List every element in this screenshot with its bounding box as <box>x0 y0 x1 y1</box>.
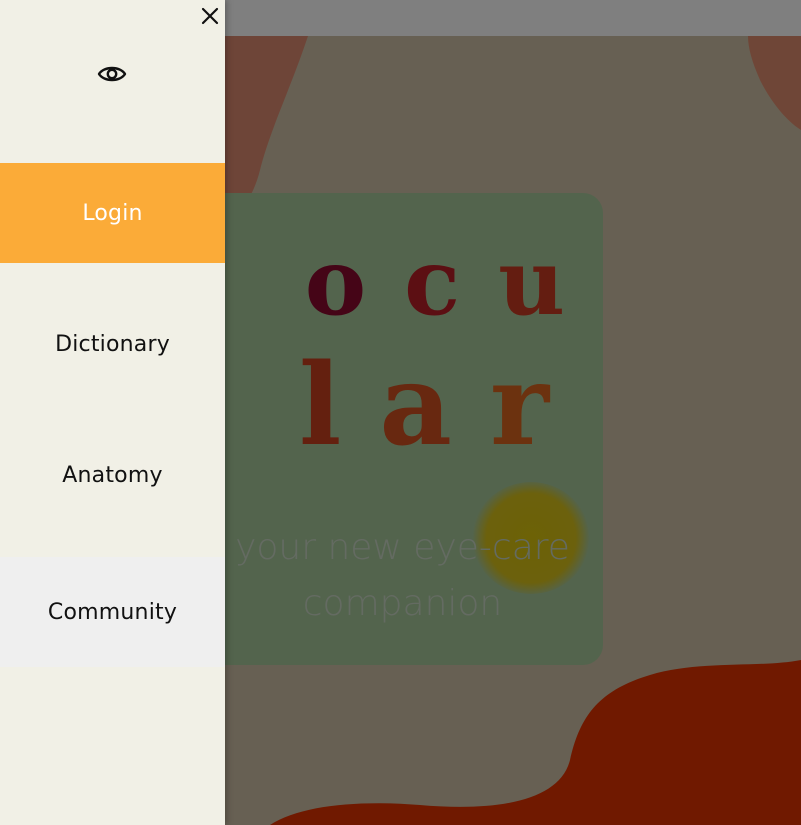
nav-item-login[interactable]: Login <box>0 163 225 263</box>
side-drawer: Login Dictionary Anatomy Community <box>0 0 225 825</box>
nav-item-dictionary[interactable]: Dictionary <box>0 294 225 394</box>
nav-item-label: Dictionary <box>55 331 170 357</box>
eye-icon <box>97 66 127 82</box>
nav-item-community[interactable]: Community <box>0 557 225 667</box>
close-icon <box>201 7 219 25</box>
eye-logo[interactable] <box>97 62 127 86</box>
nav-item-label: Login <box>82 200 143 226</box>
nav-item-label: Anatomy <box>62 462 163 488</box>
close-drawer-button[interactable] <box>196 2 224 30</box>
nav-item-label: Community <box>47 599 178 625</box>
nav-item-anatomy[interactable]: Anatomy <box>0 425 225 525</box>
